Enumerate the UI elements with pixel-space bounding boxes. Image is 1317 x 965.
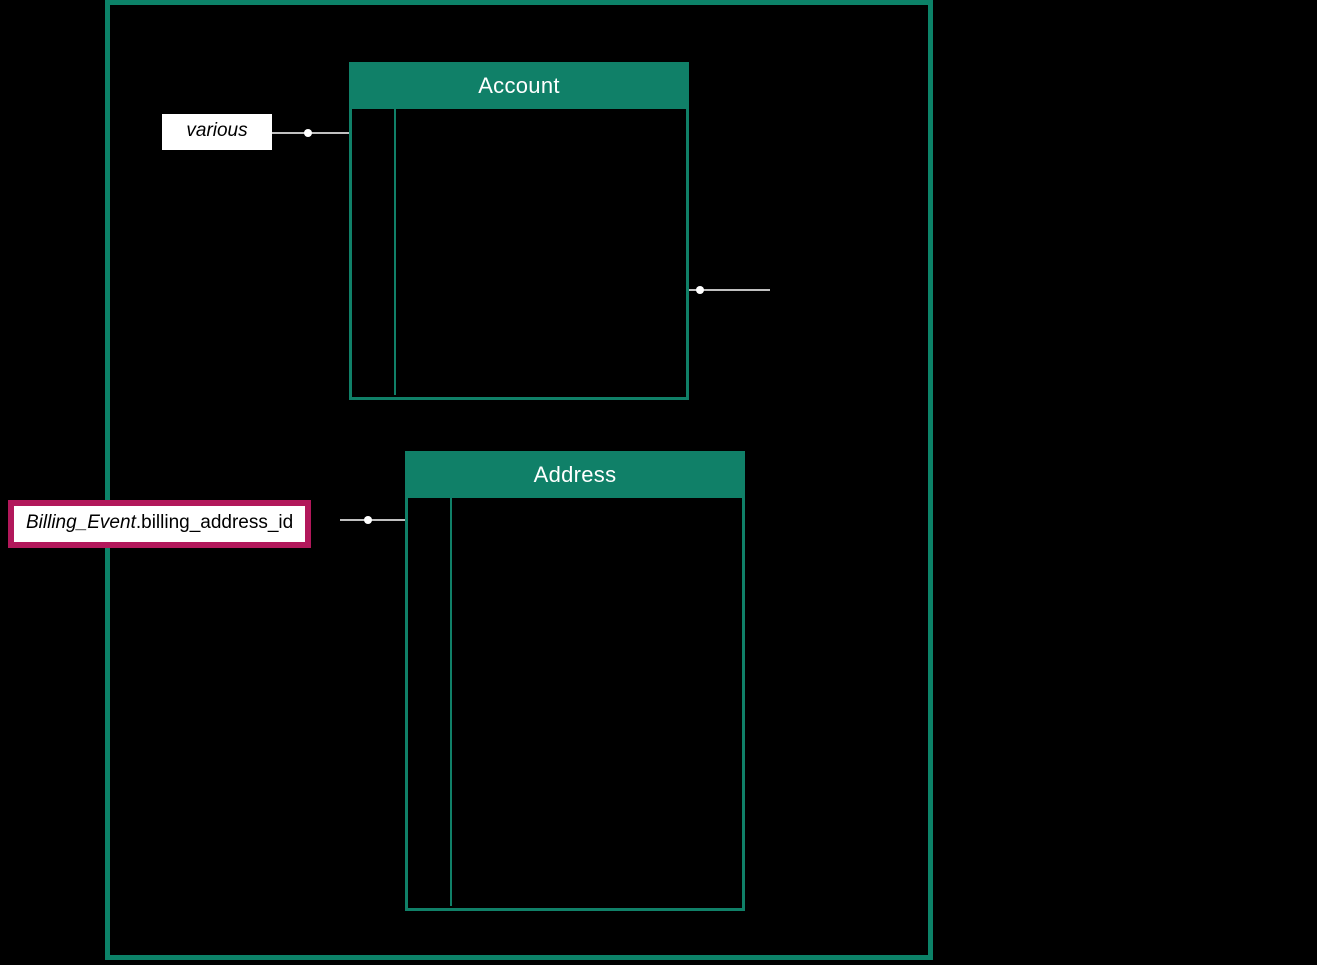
entity-address-body bbox=[408, 498, 742, 906]
entity-address-attr-column bbox=[452, 498, 742, 906]
entity-account-body bbox=[352, 109, 686, 395]
label-billing-event-prefix: Billing_Event bbox=[26, 512, 136, 533]
entity-account-attr-column bbox=[396, 109, 686, 395]
entity-address[interactable]: Address bbox=[405, 451, 745, 911]
entity-address-key-column bbox=[408, 498, 452, 906]
label-billing-event: Billing_Event.billing_address_id bbox=[8, 500, 311, 548]
label-billing-event-suffix: .billing_address_id bbox=[136, 512, 293, 533]
entity-address-title: Address bbox=[408, 454, 742, 498]
entity-account[interactable]: Account bbox=[349, 62, 689, 400]
label-various: various bbox=[162, 114, 272, 150]
label-various-text: various bbox=[186, 120, 247, 141]
diagram-canvas: Account Address various Billing_Event.bi… bbox=[0, 0, 1317, 965]
entity-account-key-column bbox=[352, 109, 396, 395]
entity-account-title: Account bbox=[352, 65, 686, 109]
